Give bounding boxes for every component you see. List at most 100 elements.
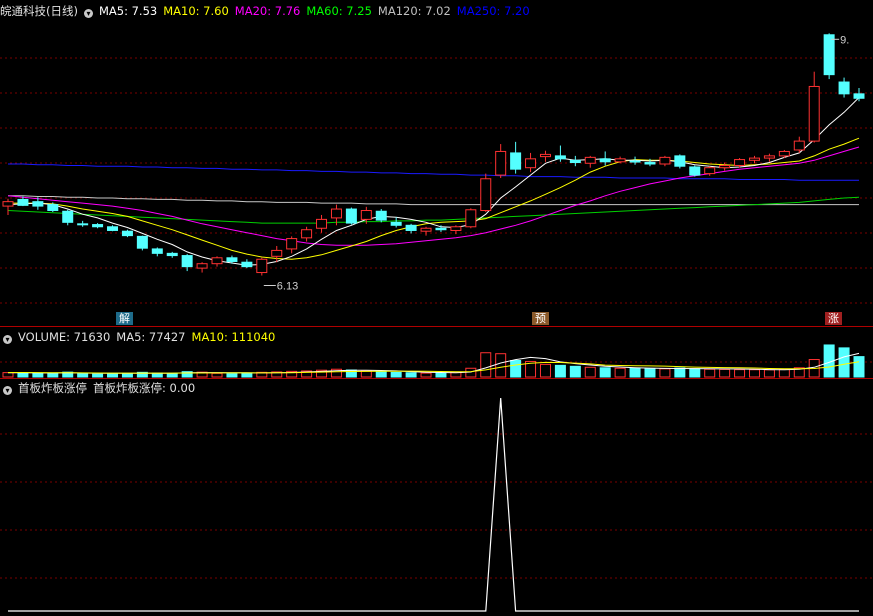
low-price-label: 6.13	[277, 281, 298, 293]
volume-bar	[166, 373, 178, 378]
volume-bar	[719, 368, 731, 378]
candle-body	[92, 224, 104, 228]
volume-bar	[495, 353, 507, 378]
volume-legend-items: VOLUME: 71630 MA5: 77427 MA10: 111040	[18, 330, 281, 344]
candle-body	[151, 248, 163, 254]
main-legend-5: MA250: 7.20	[456, 4, 530, 18]
volume-ma5-line	[7, 352, 860, 374]
mark-jie[interactable]: 解	[116, 312, 133, 325]
candle-body	[450, 226, 462, 231]
volume-bar	[853, 356, 865, 378]
volume-legend-0: VOLUME: 71630	[18, 330, 111, 344]
mark-yu[interactable]: 预	[532, 312, 549, 325]
candle-body	[316, 218, 328, 229]
volume-bar	[17, 372, 29, 378]
chevron-down-icon[interactable]: ▾	[3, 386, 12, 395]
volume-bar	[241, 372, 253, 378]
volume-bar	[420, 372, 432, 378]
candle-body	[435, 227, 447, 231]
candle-body	[17, 198, 29, 206]
candle-body	[823, 34, 835, 76]
candle-body	[778, 150, 790, 157]
candle-body	[181, 255, 193, 268]
candle-body	[614, 158, 626, 163]
volume-bar	[32, 372, 44, 378]
volume-bar	[763, 369, 775, 378]
candle-body	[689, 166, 701, 176]
candle-body	[539, 153, 551, 158]
candle-body	[136, 235, 148, 249]
candle-body	[405, 224, 417, 231]
volume-bar	[450, 372, 462, 378]
chevron-down-icon[interactable]: ▾	[83, 9, 93, 18]
volume-bar	[92, 373, 104, 378]
candle-body	[629, 160, 641, 163]
candle-body	[704, 167, 716, 175]
ma-line-ma250	[8, 163, 859, 181]
candle-body	[808, 85, 820, 142]
candle-body	[360, 210, 372, 220]
volume-bar	[77, 373, 89, 378]
volume-bar	[734, 369, 746, 378]
candlestick-series	[2, 33, 865, 276]
candle-body	[256, 258, 268, 274]
volume-bar	[838, 347, 850, 378]
candle-body	[480, 178, 492, 212]
stock-chart-window: 6.13 9. 皖通科技(日线) ▾ MA5: 7.53 MA10: 7.60 MA20:…	[0, 0, 873, 616]
volume-bar	[107, 373, 119, 378]
candle-body	[121, 230, 133, 237]
candle-body	[554, 155, 566, 160]
chart-canvas[interactable]: 6.13 9.	[0, 0, 873, 616]
candle-body	[510, 152, 522, 170]
candle-body	[569, 159, 581, 164]
volume-bar	[390, 371, 402, 378]
volume-bar	[659, 368, 671, 378]
volume-bar	[211, 372, 223, 378]
candle-body	[659, 156, 671, 165]
volume-bar	[614, 367, 626, 378]
candle-body	[763, 155, 775, 159]
candle-body	[345, 208, 357, 224]
indicator-legend-items: 首板炸板涨停 首板炸板涨停: 0.00	[18, 381, 201, 395]
candle-body	[211, 257, 223, 265]
candle-body	[853, 93, 865, 99]
chevron-down-icon[interactable]: ▾	[3, 335, 12, 344]
volume-bar	[778, 368, 790, 378]
candle-body	[107, 226, 119, 231]
main-chart-legend: 皖通科技(日线) ▾ MA5: 7.53 MA10: 7.60 MA20: 7.76 MA…	[0, 3, 542, 19]
candle-body	[644, 162, 656, 165]
candle-body	[599, 158, 611, 163]
moving-average-lines	[7, 97, 860, 266]
indicator-legend-0: 首板炸板涨停	[18, 381, 87, 395]
stock-title: 皖通科技(日线)	[0, 4, 78, 18]
candle-body	[166, 252, 178, 257]
volume-bar	[674, 367, 686, 378]
candle-body	[47, 204, 59, 212]
indicator-legend-1: 首板炸板涨停: 0.00	[93, 381, 196, 395]
candle-body	[525, 158, 537, 169]
main-legend-4: MA120: 7.02	[377, 4, 451, 18]
candle-body	[584, 156, 596, 164]
volume-bar	[375, 371, 387, 378]
mark-zhang[interactable]: 涨	[825, 312, 842, 325]
candle-body	[330, 208, 342, 219]
main-legend-3: MA60: 7.25	[306, 4, 372, 18]
volume-bar	[704, 368, 716, 378]
volume-bar	[121, 373, 133, 378]
indicator-polyline	[8, 397, 859, 612]
volume-bar	[2, 372, 14, 378]
candle-body	[420, 227, 432, 232]
volume-bar	[629, 367, 641, 378]
volume-bar	[47, 372, 59, 378]
candle-body	[748, 157, 760, 161]
volume-bar	[569, 365, 581, 378]
volume-bar	[584, 366, 596, 378]
candle-body	[674, 155, 686, 167]
volume-legend-1: MA5: 77427	[116, 330, 186, 344]
indicator-legend: ▾ 首板炸板涨停 首板炸板涨停: 0.00	[0, 380, 207, 396]
candle-body	[77, 223, 89, 226]
ma-line-ma120	[8, 195, 859, 206]
indicator-line	[8, 397, 859, 612]
main-legend-0: MA5: 7.53	[98, 4, 158, 18]
volume-bar	[360, 370, 372, 378]
